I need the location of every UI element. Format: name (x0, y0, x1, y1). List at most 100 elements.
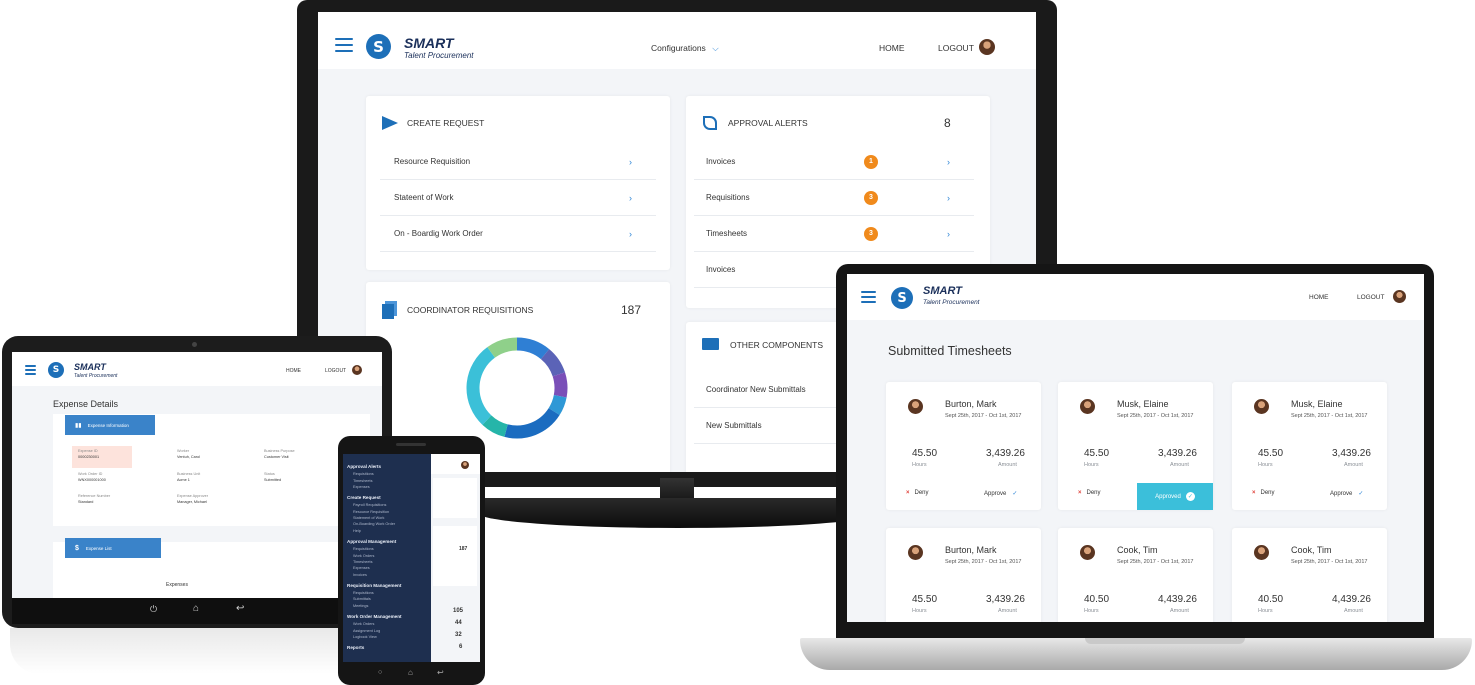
field-label: Work Order ID (78, 472, 103, 476)
side-menu-section[interactable]: Approval Alerts (343, 459, 431, 471)
home-link[interactable]: HOME (879, 43, 905, 53)
brand-name: SMART (74, 362, 106, 372)
field-label: Expense ID (78, 449, 98, 453)
phone-count: 105 (453, 608, 464, 614)
expense-info-button[interactable]: ▮▮ Expense Information (65, 415, 155, 435)
alert-row[interactable]: Timesheets 3 › (694, 216, 974, 252)
side-menu-section[interactable]: Requisition Management (343, 578, 431, 590)
coordinator-count: 187 (621, 303, 642, 317)
back-icon[interactable]: ↩ (236, 603, 244, 614)
worker-name: Cook, Tim (1117, 545, 1158, 555)
list-item[interactable]: Resource Requisition › (380, 144, 656, 180)
side-menu-section[interactable]: Create Request (343, 490, 431, 502)
date-range: Sept 25th, 2017 - Oct 1st, 2017 (945, 559, 1022, 565)
menu-icon[interactable] (25, 365, 36, 375)
side-menu-item[interactable]: Meetings (343, 603, 431, 609)
expenses-label: Expenses (166, 582, 188, 588)
home-link[interactable]: HOME (1309, 294, 1329, 301)
list-item-label: On - Boardig Work Order (394, 229, 483, 238)
phone-count: 32 (455, 632, 462, 638)
side-menu-section[interactable]: Work Order Management (343, 609, 431, 621)
avatar (1080, 545, 1095, 560)
approve-button[interactable]: Approve ✓ (1330, 490, 1363, 497)
donut-segment (548, 394, 567, 416)
amount-value: 4,439.26 (1158, 594, 1197, 605)
approved-label: Approved (1155, 493, 1181, 500)
home-icon[interactable]: ⌂ (193, 603, 199, 614)
expense-info-label: Expense Information (87, 422, 129, 428)
logo-icon: S (366, 34, 391, 59)
deny-button[interactable]: × Deny (906, 490, 929, 496)
alert-label: Invoices (706, 157, 736, 166)
power-icon[interactable]: ⏻ (150, 604, 157, 615)
alert-label: Requisitions (706, 193, 750, 202)
avatar[interactable] (1393, 290, 1406, 303)
logout-link[interactable]: LOGOUT (1357, 294, 1384, 301)
worker-name: Musk, Elaine (1291, 399, 1343, 409)
hours-value: 45.50 (912, 594, 938, 605)
logout-link[interactable]: LOGOUT (938, 43, 974, 53)
phone-bg-card (433, 478, 477, 518)
list-item-label: Resource Requisition (394, 157, 471, 166)
donut-segment (504, 407, 560, 439)
menu-icon[interactable] (861, 291, 876, 303)
phone-bg-card (433, 526, 477, 586)
avatar[interactable] (979, 39, 995, 55)
approved-button[interactable]: Approved ✓ (1137, 483, 1213, 510)
avatar (908, 545, 923, 560)
avatar (1080, 399, 1095, 414)
alert-row[interactable]: Invoices 1 › (694, 144, 974, 180)
close-icon: × (1078, 490, 1082, 496)
expense-list-button[interactable]: $ Expense List (65, 538, 161, 558)
avatar[interactable] (461, 461, 469, 469)
list-item[interactable]: Stateent of Work › (380, 180, 656, 216)
amount-value: 3,439.26 (1158, 448, 1197, 459)
side-menu-item[interactable]: Logbook View (343, 634, 431, 640)
donut-segment (482, 415, 508, 437)
timesheet-card: Musk, Elaine Sept 25th, 2017 - Oct 1st, 2… (1058, 382, 1213, 510)
timesheet-card: Musk, Elaine Sept 25th, 2017 - Oct 1st, 2… (1232, 382, 1387, 510)
field-label: Business Purpose (264, 449, 295, 453)
tablet-screen: S SMART Talent Procurement HOME LOGOUT E… (12, 352, 382, 598)
other-components-title: OTHER COMPONENTS (730, 340, 824, 350)
side-menu-section[interactable]: Approval Management (343, 534, 431, 546)
side-menu-section[interactable]: Reports (343, 640, 431, 652)
amount-value: 3,439.26 (986, 448, 1025, 459)
side-menu-item[interactable]: Expenses (343, 484, 431, 490)
menu-icon[interactable] (335, 38, 353, 52)
feather-icon (703, 116, 717, 130)
deny-label: Deny (914, 490, 929, 496)
chevron-right-icon: › (947, 192, 950, 203)
avatar (1254, 399, 1269, 414)
field-value: Standard (78, 500, 94, 504)
brand-tagline: Talent Procurement (404, 51, 474, 60)
logout-link[interactable]: LOGOUT (325, 368, 346, 374)
approval-alerts-title: APPROVAL ALERTS (728, 118, 808, 128)
phone-home-icon[interactable]: ⌂ (408, 668, 413, 677)
deny-button[interactable]: × Deny (1252, 490, 1275, 496)
avatar[interactable] (352, 365, 362, 375)
date-range: Sept 25th, 2017 - Oct 1st, 2017 (945, 413, 1022, 419)
home-link[interactable]: HOME (286, 368, 301, 374)
laptop-notch (1085, 638, 1245, 644)
tablet-header: S SMART Talent Procurement HOME LOGOUT (12, 352, 382, 386)
side-menu-item[interactable]: Invoices (343, 572, 431, 578)
side-menu-item[interactable]: Help (343, 528, 431, 534)
alert-row[interactable]: Requisitions 3 › (694, 180, 974, 216)
hours-label: Hours (1258, 462, 1273, 468)
approve-button[interactable]: Approve ✓ (984, 490, 1017, 497)
configurations-menu[interactable]: Configurations ⌵ (651, 43, 719, 54)
phone-back-icon[interactable]: ○ (378, 669, 382, 676)
phone-recent-icon[interactable]: ↩ (437, 668, 444, 677)
worker-name: Musk, Elaine (1117, 399, 1169, 409)
brand-name: SMART (923, 285, 962, 297)
date-range: Sept 25th, 2017 - Oct 1st, 2017 (1291, 413, 1368, 419)
field-value: Ventuh, Carol (177, 455, 201, 459)
field-value: Submitted (264, 478, 282, 482)
phone-side-menu: Approval Alerts Requisitions Timesheets Exp… (343, 454, 431, 662)
deny-button[interactable]: × Deny (1078, 490, 1101, 496)
amount-label: Amount (998, 462, 1017, 468)
check-circle-icon: ✓ (1185, 492, 1195, 501)
list-item[interactable]: On - Boardig Work Order › (380, 216, 656, 252)
hours-value: 40.50 (1084, 594, 1110, 605)
